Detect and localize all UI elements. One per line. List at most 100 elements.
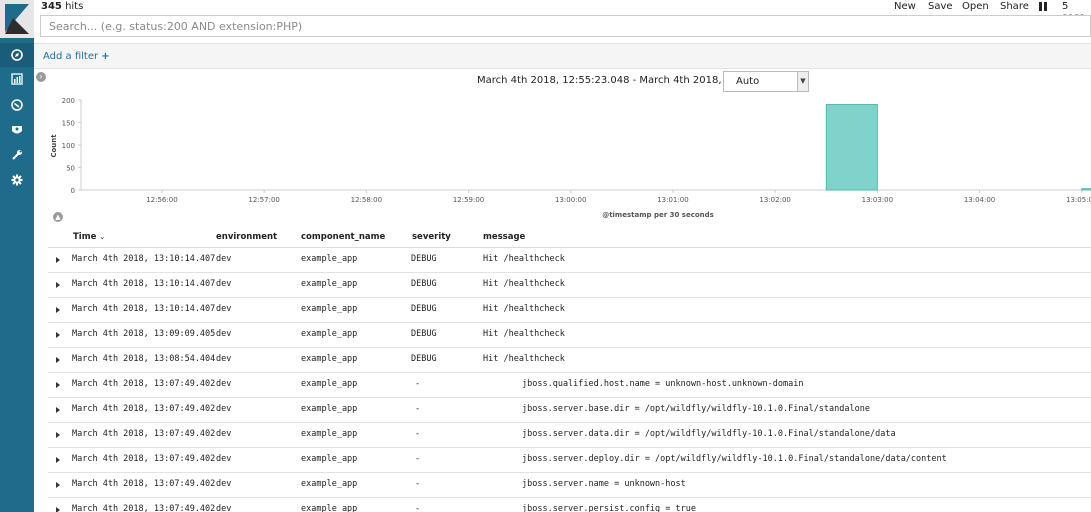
expand-row-icon[interactable] — [56, 282, 60, 288]
cell-time: March 4th 2018, 13:07:49.402 — [72, 454, 216, 464]
cell-message: Hit /healthcheck — [483, 304, 565, 314]
new-button[interactable]: New — [894, 1, 916, 12]
x-tick-label: 13:00:00 — [555, 196, 586, 204]
sort-caret-icon[interactable]: ⌄ — [99, 233, 105, 241]
cell-severity: DEBUG — [411, 354, 437, 364]
y-tick-label: 100 — [62, 142, 75, 150]
cell-time: March 4th 2018, 13:07:49.402 — [72, 429, 216, 439]
y-axis-label: Count — [50, 134, 58, 158]
cell-message: Hit /healthcheck — [483, 279, 565, 289]
cell-severity: - — [415, 479, 421, 489]
cell-environment: dev — [216, 429, 232, 439]
chevron-up-icon[interactable]: ▲ — [53, 212, 63, 222]
hits-label: hits — [65, 1, 84, 12]
cell-component-name: example_app — [301, 279, 358, 289]
interval-value: Auto — [736, 76, 760, 87]
x-tick-label: 13:05:00 — [1066, 196, 1091, 204]
histogram-chart: 0 50 100 150 200 Count 12:56:00 12:57:00 12:58:0… — [50, 97, 1091, 219]
column-header-message[interactable]: message — [483, 232, 525, 242]
share-button[interactable]: Share — [1000, 1, 1029, 12]
cell-message: Hit /healthcheck — [483, 254, 565, 264]
table-row[interactable]: March 4th 2018, 13:07:49.402 dev example_a… — [48, 448, 1091, 473]
expand-row-icon[interactable] — [56, 307, 60, 313]
cell-message: jboss.server.name = unknown-host — [522, 479, 686, 489]
cell-severity: DEBUG — [411, 304, 437, 314]
cell-component-name: example_app — [301, 429, 358, 439]
settings-icon[interactable] — [0, 168, 34, 192]
expand-row-icon[interactable] — [56, 457, 60, 463]
timelion-icon[interactable] — [0, 93, 34, 117]
hits-count: 345 — [41, 1, 62, 12]
cell-environment: dev — [216, 329, 232, 339]
cell-message: jboss.server.base.dir = /opt/wildfly/wil… — [522, 404, 870, 414]
chevron-down-icon: ▼ — [797, 72, 808, 91]
y-tick-label: 150 — [62, 120, 75, 128]
x-tick-label: 12:57:00 — [248, 196, 279, 204]
table-row[interactable]: March 4th 2018, 13:08:54.404 dev example_a… — [48, 348, 1091, 373]
table-row[interactable]: March 4th 2018, 13:07:49.402 dev example_a… — [48, 398, 1091, 423]
expand-row-icon[interactable] — [56, 482, 60, 488]
devtools-icon[interactable] — [0, 143, 34, 167]
chevron-right-icon[interactable]: › — [36, 72, 46, 82]
cell-environment: dev — [216, 354, 232, 364]
table-row[interactable]: March 4th 2018, 13:07:49.402 dev example_a… — [48, 498, 1091, 512]
histogram-bar — [1081, 188, 1091, 191]
expand-row-icon[interactable] — [56, 407, 60, 413]
column-header-component-name[interactable]: component_name — [301, 232, 385, 242]
hits-counter: 345 hits — [41, 1, 83, 12]
y-tick-label: 200 — [62, 97, 75, 105]
table-row[interactable]: March 4th 2018, 13:07:49.402 dev example_a… — [48, 373, 1091, 398]
cell-time: March 4th 2018, 13:09:09.405 — [72, 329, 216, 339]
cell-component-name: example_app — [301, 254, 358, 264]
expand-row-icon[interactable] — [56, 332, 60, 338]
cell-message: Hit /healthcheck — [483, 329, 565, 339]
x-tick-label: 13:02:00 — [759, 196, 790, 204]
expand-row-icon[interactable] — [56, 432, 60, 438]
filter-bar: Add a filter + — [34, 43, 1091, 69]
expand-row-icon[interactable] — [56, 257, 60, 263]
cell-component-name: example_app — [301, 404, 358, 414]
save-button[interactable]: Save — [928, 1, 953, 12]
column-header-time[interactable]: Time ⌄ — [73, 232, 105, 242]
x-axis-label: @timestamp per 30 seconds — [602, 211, 714, 219]
search-input[interactable] — [41, 16, 1090, 36]
expand-row-icon[interactable] — [56, 507, 60, 512]
x-tick-label: 12:56:00 — [146, 196, 177, 204]
cell-severity: - — [415, 404, 421, 414]
cell-component-name: example_app — [301, 329, 358, 339]
kibana-logo[interactable] — [0, 0, 34, 38]
table-row[interactable]: March 4th 2018, 13:10:14.407 dev example_a… — [48, 298, 1091, 323]
cell-message: jboss.qualified.host.name = unknown-host… — [522, 379, 804, 389]
column-header-environment[interactable]: environment — [216, 232, 277, 242]
pause-icon[interactable] — [1039, 2, 1048, 11]
x-tick-label: 12:58:00 — [351, 196, 382, 204]
cell-environment: dev — [216, 454, 232, 464]
cell-time: March 4th 2018, 13:10:14.407 — [72, 279, 216, 289]
discover-icon[interactable] — [0, 43, 34, 67]
table-row[interactable]: March 4th 2018, 13:10:14.407 dev example_a… — [48, 273, 1091, 298]
cell-environment: dev — [216, 504, 232, 512]
add-filter-link[interactable]: Add a filter + — [43, 51, 110, 62]
x-tick-label: 13:04:00 — [964, 196, 995, 204]
monitoring-icon[interactable] — [0, 118, 34, 142]
cell-severity: - — [415, 379, 421, 389]
column-header-severity[interactable]: severity — [412, 232, 451, 242]
table-header: Time ⌄ environment component_name severi… — [48, 227, 1091, 248]
visualize-icon[interactable] — [0, 67, 34, 91]
cell-component-name: example_app — [301, 479, 358, 489]
table-row[interactable]: March 4th 2018, 13:07:49.402 dev example_a… — [48, 473, 1091, 498]
search-bar[interactable] — [40, 15, 1091, 37]
x-tick-label: 13:03:00 — [862, 196, 893, 204]
documents-table: Time ⌄ environment component_name severi… — [48, 227, 1091, 512]
cell-time: March 4th 2018, 13:07:49.402 — [72, 379, 216, 389]
interval-select[interactable]: Auto ▼ — [723, 71, 809, 92]
cell-severity: DEBUG — [411, 254, 437, 264]
open-button[interactable]: Open — [962, 1, 989, 12]
table-row[interactable]: March 4th 2018, 13:07:49.402 dev example_a… — [48, 423, 1091, 448]
expand-row-icon[interactable] — [56, 382, 60, 388]
table-row[interactable]: March 4th 2018, 13:09:09.405 dev example_a… — [48, 323, 1091, 348]
expand-row-icon[interactable] — [56, 357, 60, 363]
y-tick-label: 0 — [71, 187, 75, 195]
table-row[interactable]: March 4th 2018, 13:10:14.407 dev example_a… — [48, 248, 1091, 273]
cell-component-name: example_app — [301, 454, 358, 464]
